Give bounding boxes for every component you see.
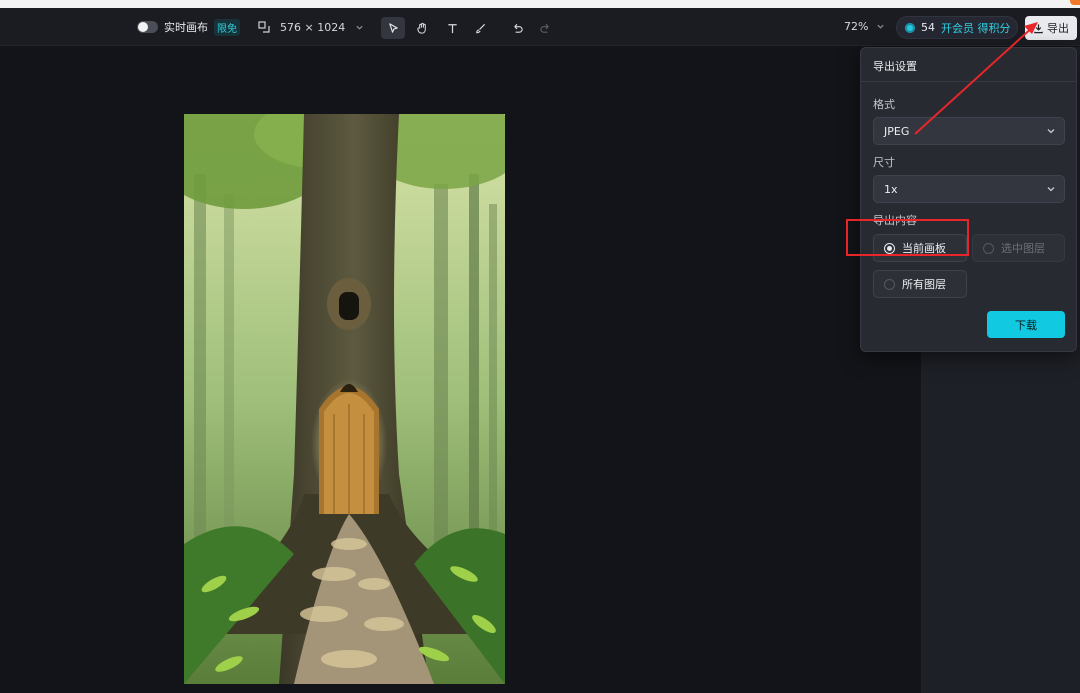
option-selected-layer: 选中图层 <box>972 234 1065 262</box>
tree-house-illustration <box>184 114 505 684</box>
text-icon <box>447 23 457 33</box>
hand-tool-button[interactable] <box>410 17 434 39</box>
chevron-down-icon <box>1047 187 1055 192</box>
canvas-size-value: 576 × 1024 <box>280 20 346 34</box>
size-label: 尺寸 <box>873 156 895 169</box>
radio-unselected[interactable] <box>884 278 895 290</box>
redo-button[interactable] <box>533 17 557 39</box>
option-label: 选中图层 <box>1001 242 1045 255</box>
realtime-canvas-toggle[interactable]: 实时画布 限免 <box>137 18 240 36</box>
annotation-arrow <box>914 22 1038 135</box>
chevron-down-icon <box>876 22 885 31</box>
free-badge: 限免 <box>214 18 240 36</box>
format-label: 格式 <box>873 98 895 111</box>
realtime-canvas-label: 实时画布 <box>164 21 208 34</box>
chevron-down-icon <box>355 23 364 32</box>
size-value: 1x <box>884 182 898 196</box>
size-select[interactable]: 1x <box>873 175 1065 203</box>
zoom-selector[interactable]: 72% <box>844 20 885 33</box>
toggle-switch[interactable] <box>137 21 158 33</box>
zoom-value: 72% <box>844 20 869 33</box>
download-button[interactable]: 下载 <box>987 311 1065 338</box>
browser-top-strip <box>0 0 1080 8</box>
undo-button[interactable] <box>505 17 529 39</box>
brush-tool-button[interactable] <box>468 17 492 39</box>
brush-icon <box>475 23 485 33</box>
pointer-icon <box>388 22 398 33</box>
undo-icon <box>513 23 523 33</box>
hand-icon <box>416 22 426 34</box>
browser-badge <box>1070 0 1080 5</box>
resize-icon <box>258 21 270 33</box>
radio-unselected <box>983 242 994 254</box>
option-label: 所有图层 <box>902 278 946 291</box>
annotation-highlight-box <box>846 219 969 256</box>
canvas-size-selector[interactable]: 576 × 1024 <box>258 19 364 35</box>
redo-icon <box>539 23 549 33</box>
option-all-layers[interactable]: 所有图层 <box>873 270 967 298</box>
canvas-artboard-image[interactable] <box>184 114 505 684</box>
text-tool-button[interactable] <box>440 17 464 39</box>
select-tool-button[interactable] <box>381 17 405 39</box>
